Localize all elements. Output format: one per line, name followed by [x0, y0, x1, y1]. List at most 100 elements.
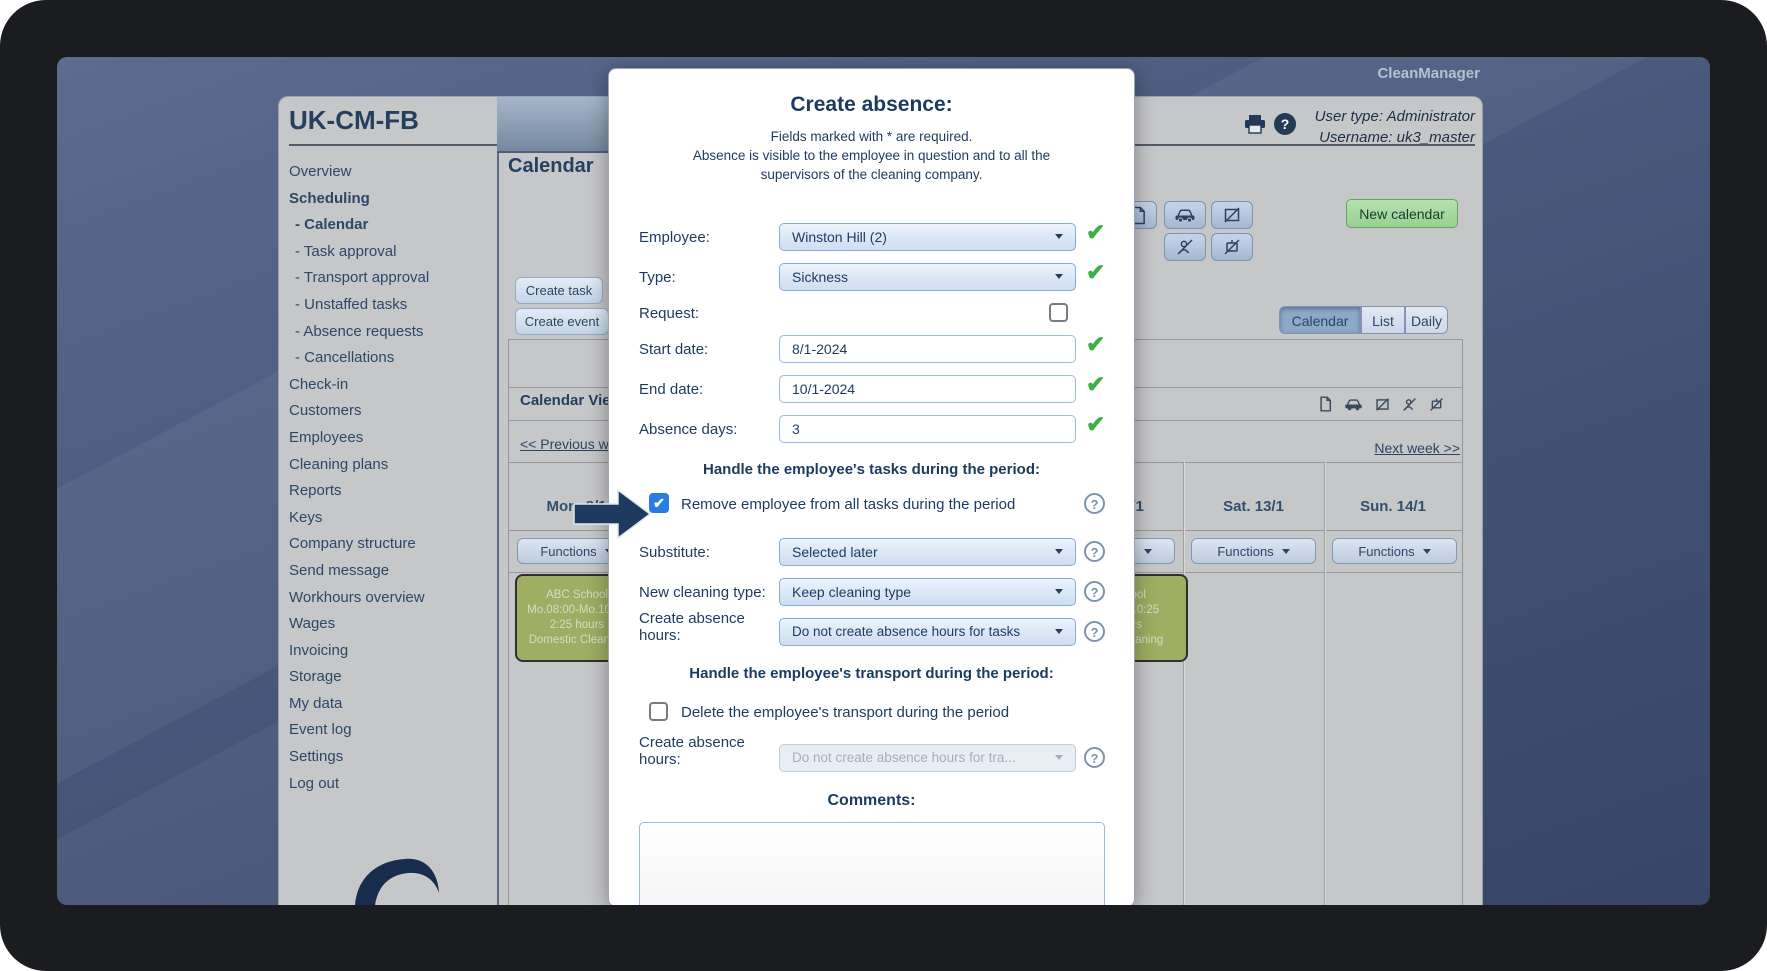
sidebar-item-absence-requests[interactable]: - Absence requests [289, 319, 494, 346]
substitute-value: Selected later [792, 544, 878, 560]
sidebar-item-task-approval[interactable]: - Task approval [289, 239, 494, 266]
sidebar-item-company-structure[interactable]: Company structure [289, 531, 494, 558]
slashed-square-icon [1224, 207, 1240, 223]
title-divider [289, 144, 497, 146]
dialog-title: Create absence: [790, 93, 953, 116]
employee-value: Winston Hill (2) [792, 229, 887, 245]
sidebar-item-scheduling[interactable]: Scheduling [289, 186, 494, 213]
next-week-link[interactable]: Next week >> [1260, 440, 1460, 456]
valid-check-icon: ✔ [1086, 259, 1106, 285]
question-glyph: ? [1090, 545, 1099, 560]
remove-tasks-label: Remove employee from all tasks during th… [681, 496, 1016, 513]
chevron-down-icon [1422, 548, 1431, 554]
create-absence-hours-transport-value: Do not create absence hours for tra... [792, 750, 1016, 765]
valid-check-icon: ✔ [1086, 371, 1106, 397]
pointer-arrow-icon [573, 488, 652, 540]
create-event-button[interactable]: Create event [515, 308, 609, 335]
employee-select[interactable]: Winston Hill (2) [779, 223, 1076, 251]
chevron-down-icon [1143, 548, 1152, 554]
create-task-button[interactable]: Create task [515, 277, 603, 304]
dialog-subtitle-2: Absence is visible to the employee in qu… [692, 148, 1051, 163]
tab-daily[interactable]: Daily [1405, 306, 1448, 334]
tasks-section-heading: Handle the employee's tasks during the p… [703, 461, 1040, 478]
chevron-down-icon [1055, 589, 1063, 594]
sidebar-item-customers[interactable]: Customers [289, 398, 494, 425]
sidebar-item-send-message[interactable]: Send message [289, 558, 494, 585]
tab-calendar[interactable]: Calendar [1279, 306, 1361, 334]
sidebar-item-storage[interactable]: Storage [289, 664, 494, 691]
chevron-down-icon [1055, 234, 1063, 239]
create-absence-hours-transport-select: Do not create absence hours for tra... [779, 744, 1076, 772]
transport-section-heading: Handle the employee's transport during t… [689, 665, 1054, 682]
sidebar-item-keys[interactable]: Keys [289, 505, 494, 532]
sidebar-item-wages[interactable]: Wages [289, 611, 494, 638]
sidebar-item-log-out[interactable]: Log out [289, 771, 494, 798]
employee-label: Employee: [639, 229, 710, 246]
create-absence-hours-tasks-label: Create absence hours: [639, 610, 745, 644]
sidebar-nav: Overview Scheduling - Calendar - Task ap… [289, 159, 494, 797]
sidebar-item-cleaning-plans[interactable]: Cleaning plans [289, 452, 494, 479]
table-col-divider [1324, 462, 1325, 905]
sidebar-item-transport-approval[interactable]: - Transport approval [289, 265, 494, 292]
title-divider [1134, 144, 1475, 146]
chevron-down-icon [1281, 548, 1290, 554]
hide-cancelled-tool-button[interactable] [1211, 233, 1253, 261]
sidebar-item-reports[interactable]: Reports [289, 478, 494, 505]
type-value: Sickness [792, 269, 849, 285]
slashed-square-icon [1376, 397, 1389, 411]
chevron-down-icon [1055, 755, 1063, 760]
type-select[interactable]: Sickness [779, 263, 1076, 291]
dialog-subtitle-1: Fields marked with * are required. [770, 129, 973, 144]
section-heading: Calendar [508, 155, 594, 177]
sidebar-item-calendar[interactable]: - Calendar [289, 212, 494, 239]
help-circle-icon[interactable]: ? [1084, 747, 1105, 768]
document-icon [1320, 396, 1332, 412]
sidebar-item-overview[interactable]: Overview [289, 159, 494, 186]
car-icon [1175, 209, 1195, 223]
create-absence-hours-tasks-select[interactable]: Do not create absence hours for tasks [779, 618, 1076, 646]
day-header-sat: Sat. 13/1 [1223, 498, 1284, 515]
functions-button-sat[interactable]: Functions [1191, 538, 1316, 564]
new-cleaning-type-select[interactable]: Keep cleaning type [779, 578, 1076, 606]
functions-label: Functions [1358, 543, 1415, 559]
question-glyph: ? [1090, 751, 1099, 766]
page-header-band [497, 97, 613, 153]
brand-text: CleanManager [1377, 65, 1480, 82]
help-circle-icon[interactable]: ? [1084, 621, 1105, 642]
absence-days-input[interactable] [779, 415, 1076, 443]
sidebar-item-settings[interactable]: Settings [289, 744, 494, 771]
sidebar-item-cancellations[interactable]: - Cancellations [289, 345, 494, 372]
sidebar-item-invoicing[interactable]: Invoicing [289, 638, 494, 665]
sidebar-item-unstaffed-tasks[interactable]: - Unstaffed tasks [289, 292, 494, 319]
new-cleaning-type-value: Keep cleaning type [792, 584, 912, 600]
chevron-down-icon [1055, 274, 1063, 279]
new-calendar-button[interactable]: New calendar [1346, 199, 1458, 228]
user-info: User type: Administrator Username: uk3_m… [1099, 106, 1475, 148]
day-header-sun: Sun. 14/1 [1360, 498, 1426, 515]
new-cleaning-type-label: New cleaning type: [639, 584, 766, 601]
help-circle-icon[interactable]: ? [1084, 541, 1105, 562]
sidebar-item-event-log[interactable]: Event log [289, 717, 494, 744]
transport-tool-button[interactable] [1164, 201, 1206, 229]
functions-button-sun[interactable]: Functions [1332, 538, 1457, 564]
hide-unstaffed-tool-button[interactable] [1211, 201, 1253, 229]
end-date-input[interactable] [779, 375, 1076, 403]
functions-label: Functions [540, 543, 597, 559]
sidebar-item-check-in[interactable]: Check-in [289, 372, 494, 399]
hide-absent-tool-button[interactable] [1164, 233, 1206, 261]
car-icon [1345, 398, 1362, 410]
request-checkbox[interactable] [1049, 303, 1068, 322]
create-absence-hours-tasks-value: Do not create absence hours for tasks [792, 624, 1021, 639]
help-circle-icon[interactable]: ? [1084, 581, 1105, 602]
help-circle-icon[interactable]: ? [1084, 493, 1105, 514]
tab-list[interactable]: List [1361, 306, 1405, 334]
start-date-input[interactable] [779, 335, 1076, 363]
substitute-select[interactable]: Selected later [779, 538, 1076, 566]
sidebar-item-my-data[interactable]: My data [289, 691, 494, 718]
comments-textarea[interactable] [639, 822, 1105, 905]
end-date-label: End date: [639, 381, 704, 398]
sidebar-item-employees[interactable]: Employees [289, 425, 494, 452]
legend-icons [1319, 396, 1444, 412]
sidebar-item-workhours-overview[interactable]: Workhours overview [289, 585, 494, 612]
delete-transport-checkbox[interactable] [649, 702, 668, 721]
